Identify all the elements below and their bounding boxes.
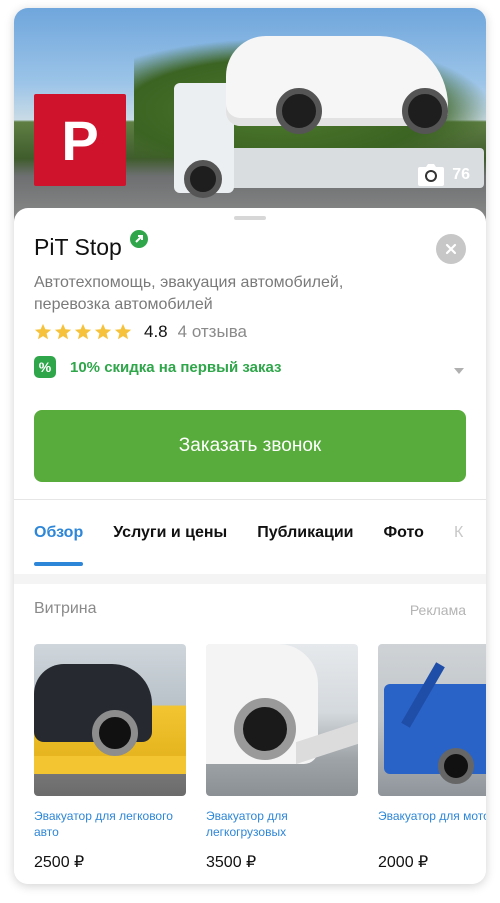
product-price: 2500 ₽ bbox=[34, 854, 85, 871]
product-name: Эвакуатор для легкогрузовых bbox=[206, 809, 288, 839]
drag-handle[interactable] bbox=[234, 216, 266, 220]
tab-publications[interactable]: Публикации bbox=[257, 514, 353, 564]
tab-services-prices[interactable]: Услуги и цены bbox=[113, 514, 227, 564]
tab-overview[interactable]: Обзор bbox=[34, 514, 84, 566]
camera-icon bbox=[418, 164, 445, 186]
chevron-down-icon[interactable] bbox=[454, 368, 464, 374]
product-name: Эвакуатор для мотоциклов bbox=[378, 809, 486, 823]
product-image bbox=[34, 644, 186, 796]
info-sheet: PiT Stop Автотехпомощь, эвакуация автомо… bbox=[14, 208, 486, 884]
section-gap bbox=[14, 574, 486, 584]
hero-wheel bbox=[402, 88, 448, 134]
photo-count-button[interactable]: 76 bbox=[418, 164, 470, 186]
divider bbox=[14, 499, 486, 500]
star-icon bbox=[54, 323, 72, 340]
product-image bbox=[378, 644, 486, 796]
star-icon bbox=[94, 323, 112, 340]
tab-photos[interactable]: Фото bbox=[384, 514, 424, 564]
promo-row[interactable]: % 10% скидка на первый заказ bbox=[34, 356, 281, 378]
star-rating bbox=[34, 323, 132, 341]
tab-bar: Обзор Услуги и цены Публикации Фото К bbox=[34, 514, 463, 566]
showcase-list: Эвакуатор для легкового авто 2500 ₽ Эвак… bbox=[34, 644, 486, 872]
photo-count-value: 76 bbox=[452, 166, 470, 183]
product-price: 2000 ₽ bbox=[378, 854, 429, 871]
star-icon bbox=[34, 323, 52, 340]
product-card[interactable]: Эвакуатор для мотоциклов 2000 ₽ bbox=[378, 644, 486, 872]
promo-text: 10% скидка на первый заказ bbox=[70, 358, 282, 376]
business-logo: P bbox=[34, 94, 126, 186]
hero-wheel bbox=[276, 88, 322, 134]
order-call-button[interactable]: Заказать звонок bbox=[34, 410, 466, 482]
business-name: PiT Stop bbox=[34, 234, 122, 260]
close-icon bbox=[445, 243, 457, 255]
product-price: 3500 ₽ bbox=[206, 854, 257, 871]
rating-value: 4.8 bbox=[144, 322, 168, 341]
verified-icon bbox=[129, 229, 148, 248]
star-icon bbox=[114, 323, 132, 340]
hero-photo[interactable]: P 76 bbox=[14, 8, 486, 223]
title-row: PiT Stop bbox=[34, 229, 148, 261]
tab-overflow[interactable]: К bbox=[454, 514, 463, 564]
rating-row[interactable]: 4.8 4 отзыва bbox=[34, 322, 247, 342]
logo-letter: P bbox=[61, 108, 99, 172]
ad-label: Реклама bbox=[409, 602, 466, 618]
showcase-title: Витрина bbox=[34, 600, 97, 617]
close-button[interactable] bbox=[436, 234, 466, 264]
business-card: P 76 PiT Stop Автотехпомощь, эвакуация а… bbox=[14, 8, 486, 884]
product-card[interactable]: Эвакуатор для легкового авто 2500 ₽ bbox=[34, 644, 186, 872]
product-name: Эвакуатор для легкового авто bbox=[34, 809, 173, 839]
hero-wheel bbox=[184, 160, 222, 198]
discount-icon: % bbox=[34, 356, 56, 378]
reviews-link[interactable]: 4 отзыва bbox=[178, 322, 247, 342]
product-image bbox=[206, 644, 358, 796]
product-card[interactable]: Эвакуатор для легкогрузовых 3500 ₽ bbox=[206, 644, 358, 872]
star-icon bbox=[74, 323, 92, 340]
business-description: Автотехпомощь, эвакуация автомобилей, пе… bbox=[34, 274, 344, 313]
